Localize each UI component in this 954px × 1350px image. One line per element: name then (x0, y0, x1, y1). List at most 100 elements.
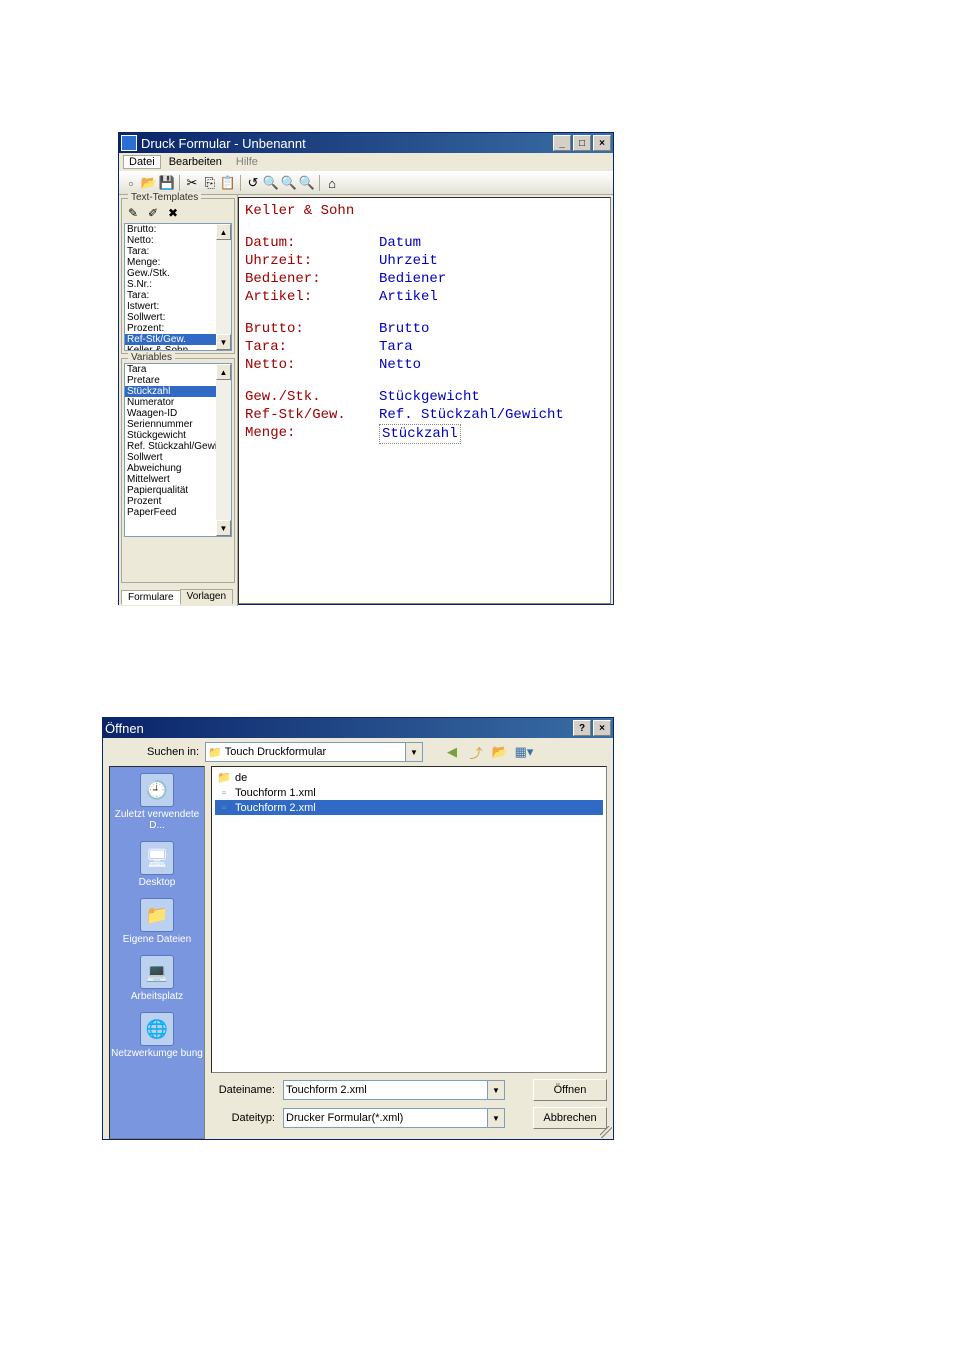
places-item[interactable]: 🕘Zuletzt verwendete D... (110, 773, 204, 831)
titlebar[interactable]: Öffnen ? × (103, 718, 613, 738)
up-icon[interactable]: ⤴ (467, 743, 485, 761)
back-icon[interactable]: ◀ (443, 743, 461, 761)
maximize-button[interactable]: □ (573, 135, 591, 151)
text-templates-group: Text-Templates ✎ ✐ ✖ Brutto:Netto:Tara:M… (121, 198, 235, 354)
scroll-down-icon[interactable]: ▼ (216, 520, 231, 536)
window-title: Druck Formular - Unbenannt (141, 136, 306, 151)
file-icon: ▫ (217, 787, 231, 799)
place-icon: 🖥 (140, 841, 174, 875)
variables-label: Variables (128, 352, 175, 363)
lookin-value: Touch Druckformular (225, 746, 326, 758)
zoom-fit-icon[interactable]: 🔍 (299, 175, 315, 191)
zoom-out-icon[interactable]: 🔍 (281, 175, 297, 191)
preview-header: Keller & Sohn (245, 202, 375, 220)
open-button[interactable]: Öffnen (533, 1079, 607, 1101)
zoom-in-icon[interactable]: 🔍 (263, 175, 279, 191)
preview-value: Stückgewicht (379, 388, 480, 406)
paste-icon[interactable]: 📋 (220, 175, 236, 191)
file-name: de (235, 772, 247, 784)
close-button[interactable]: × (593, 720, 611, 736)
place-icon: 🌐 (140, 1012, 174, 1046)
menu-bearbeiten[interactable]: Bearbeiten (163, 155, 228, 169)
templates-scrollbar[interactable]: ▲ ▼ (216, 224, 231, 350)
preview-value: Artikel (379, 288, 438, 306)
places-item[interactable]: 🌐 Netzwerkumge bung (111, 1012, 203, 1059)
filename-value: Touchform 2.xml (286, 1084, 367, 1096)
filetype-label: Dateityp: (205, 1112, 275, 1124)
minimize-button[interactable]: _ (553, 135, 571, 151)
menubar: Datei Bearbeiten Hilfe (119, 153, 613, 171)
titlebar[interactable]: Druck Formular - Unbenannt _ □ × (119, 133, 613, 153)
tab-formulare[interactable]: Formulare (121, 590, 181, 605)
save-icon[interactable]: 💾 (159, 175, 175, 191)
new-folder-icon[interactable]: 📂 (491, 743, 509, 761)
lookin-label: Suchen in: (143, 746, 199, 758)
open-dialog-window: Öffnen ? × Suchen in: 📁 Touch Druckformu… (102, 717, 614, 1140)
scroll-down-icon[interactable]: ▼ (216, 334, 231, 350)
filename-field[interactable]: Touchform 2.xml ▼ (283, 1080, 505, 1100)
preview-value-selected[interactable]: Stückzahl (379, 424, 461, 444)
preview-label: Artikel: (245, 288, 379, 306)
template-delete-icon[interactable]: ✖ (164, 205, 182, 221)
folder-icon: 📁 (217, 772, 231, 784)
file-list[interactable]: 📁de▫Touchform 1.xml▫Touchform 2.xml (211, 766, 607, 1073)
places-item[interactable]: 📁 Eigene Dateien (123, 898, 191, 945)
file-item[interactable]: ▫Touchform 2.xml (215, 800, 603, 815)
scroll-up-icon[interactable]: ▲ (216, 364, 231, 380)
open-icon[interactable]: 📂 (141, 175, 157, 191)
template-edit-icon[interactable]: ✐ (144, 205, 162, 221)
side-panel: Text-Templates ✎ ✐ ✖ Brutto:Netto:Tara:M… (119, 195, 238, 606)
preview-label: Uhrzeit: (245, 252, 379, 270)
preview-value: Datum (379, 234, 421, 252)
home-icon[interactable]: ⌂ (324, 175, 340, 191)
dialog-title: Öffnen (105, 721, 144, 736)
places-item[interactable]: 🖥Desktop (139, 841, 176, 888)
template-add-icon[interactable]: ✎ (124, 205, 142, 221)
text-templates-label: Text-Templates (128, 192, 201, 203)
refresh-icon[interactable]: ↺ (245, 175, 261, 191)
menu-datei[interactable]: Datei (123, 155, 161, 169)
templates-listbox[interactable]: Brutto:Netto:Tara:Menge:Gew./Stk.S.Nr.:T… (124, 223, 232, 351)
cut-icon[interactable]: ✂ (184, 175, 200, 191)
chevron-down-icon[interactable]: ▼ (487, 1081, 504, 1099)
place-label: Zuletzt verwendete D... (110, 809, 204, 831)
place-label: Arbeitsplatz (131, 991, 183, 1002)
preview-label: Bediener: (245, 270, 379, 288)
variables-listbox[interactable]: TaraPretareStückzahlNumeratorWaagen-IDSe… (124, 363, 232, 537)
close-button[interactable]: × (593, 135, 611, 151)
new-icon[interactable]: ▫ (123, 175, 139, 191)
cancel-button[interactable]: Abbrechen (533, 1107, 607, 1129)
chevron-down-icon[interactable]: ▼ (405, 743, 422, 761)
preview-label: Netto: (245, 356, 379, 374)
help-button[interactable]: ? (573, 720, 591, 736)
side-tabs: Formulare Vorlagen (121, 589, 235, 604)
menu-hilfe[interactable]: Hilfe (230, 155, 264, 169)
preview-value: Bediener (379, 270, 446, 288)
preview-label: Ref-Stk/Gew. (245, 406, 379, 424)
filetype-value: Drucker Formular(*.xml) (286, 1112, 403, 1124)
print-formular-window: Druck Formular - Unbenannt _ □ × Datei B… (118, 132, 614, 605)
views-icon[interactable]: ▦▾ (515, 743, 533, 761)
file-name: Touchform 2.xml (235, 802, 316, 814)
form-preview[interactable]: Keller & Sohn Datum:DatumUhrzeit:Uhrzeit… (238, 197, 611, 604)
filename-label: Dateiname: (205, 1084, 275, 1096)
resize-grip[interactable] (600, 1126, 612, 1138)
variables-scrollbar[interactable]: ▲ ▼ (216, 364, 231, 536)
tab-vorlagen[interactable]: Vorlagen (180, 589, 233, 604)
place-icon: 💻 (140, 955, 174, 989)
chevron-down-icon[interactable]: ▼ (487, 1109, 504, 1127)
file-item[interactable]: ▫Touchform 1.xml (215, 785, 603, 800)
folder-icon: 📁 (208, 746, 222, 759)
copy-icon[interactable]: ⎘ (202, 175, 218, 191)
preview-value: Tara (379, 338, 413, 356)
places-item[interactable]: 💻 Arbeitsplatz (131, 955, 183, 1002)
preview-label: Menge: (245, 424, 379, 444)
place-label: Netzwerkumge bung (111, 1048, 203, 1059)
scroll-up-icon[interactable]: ▲ (216, 224, 231, 240)
lookin-combo[interactable]: 📁 Touch Druckformular ▼ (205, 742, 423, 762)
filetype-combo[interactable]: Drucker Formular(*.xml) ▼ (283, 1108, 505, 1128)
place-icon: 📁 (140, 898, 174, 932)
place-label: Eigene Dateien (123, 934, 191, 945)
preview-value: Ref. Stückzahl/Gewicht (379, 406, 564, 424)
file-item[interactable]: 📁 de (215, 770, 603, 785)
